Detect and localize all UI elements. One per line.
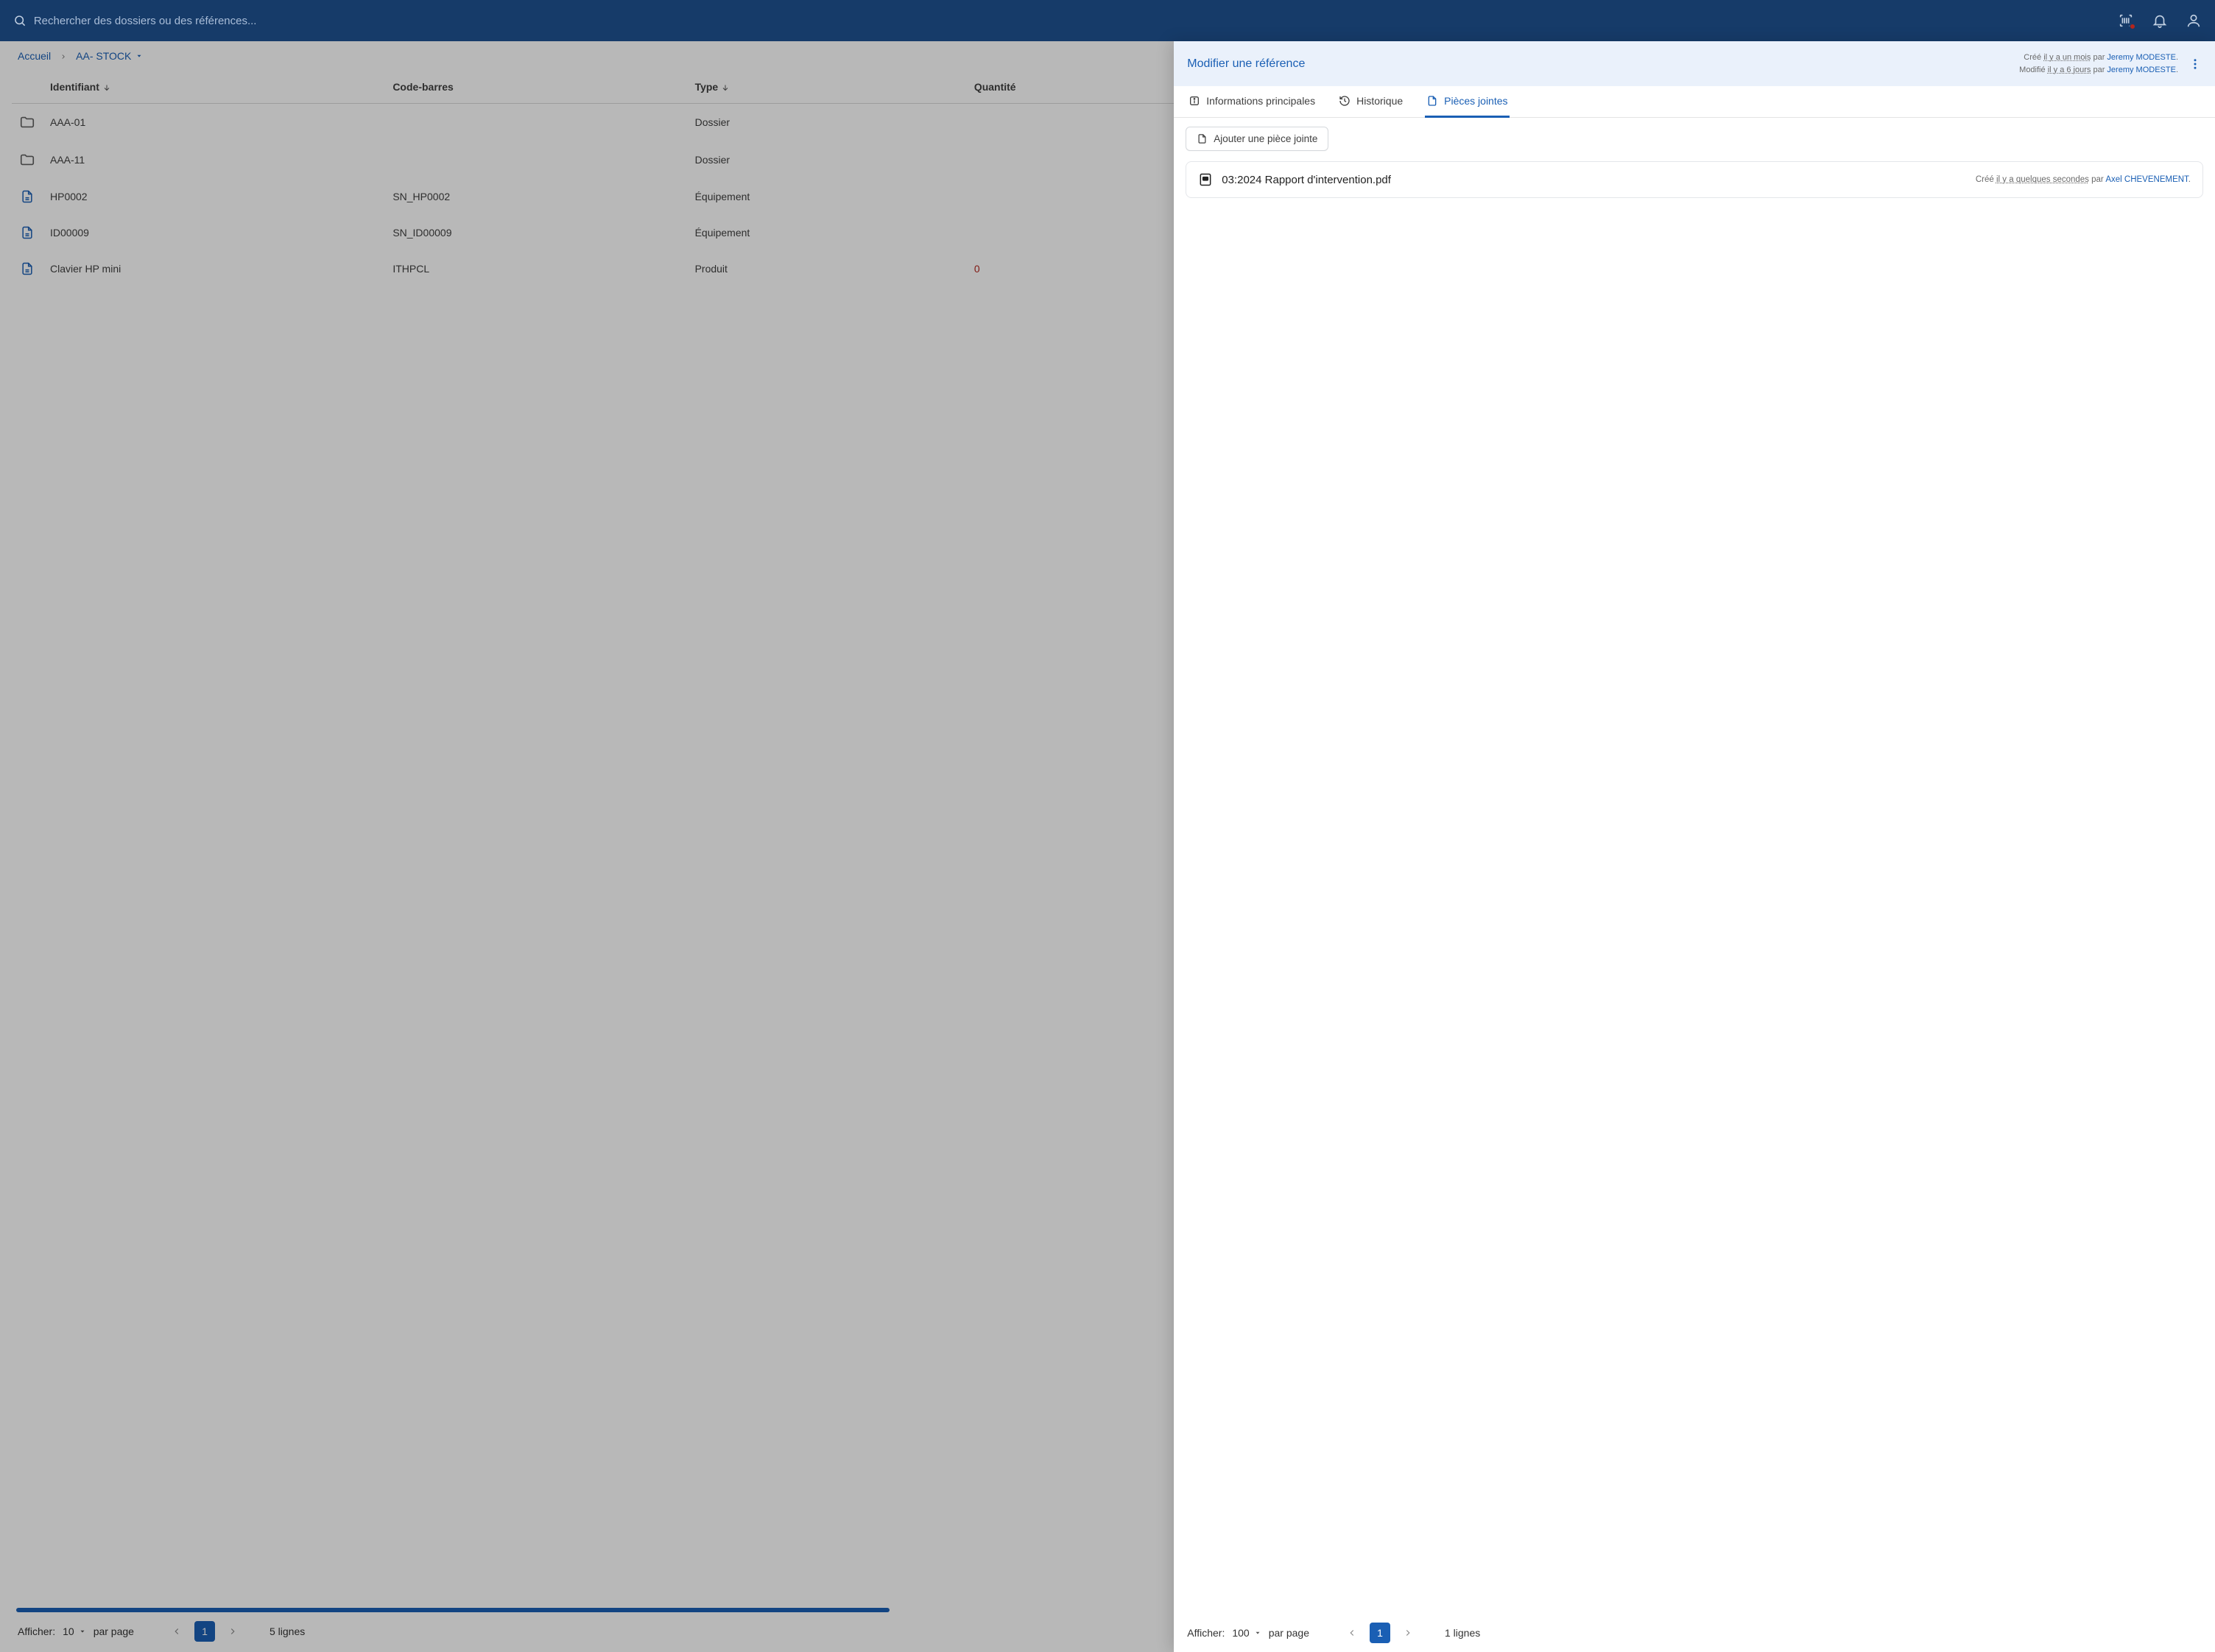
breadcrumb-current-label: AA- STOCK [76, 50, 131, 62]
prev-page-button[interactable] [166, 1621, 187, 1642]
topbar [0, 0, 2215, 41]
afficher-label: Afficher: [18, 1625, 55, 1637]
side-drawer: Modifier une référence Créé il y a un mo… [1174, 41, 2215, 1652]
pagination-right: Afficher: 100 par page 1 1 lignes [1174, 1613, 2215, 1652]
caret-down-icon [1254, 1629, 1261, 1637]
drawer-body: Ajouter une pièce jointe 03:2024 Rapport… [1174, 118, 2215, 1613]
cell-id: AAA-01 [43, 104, 385, 141]
current-page[interactable]: 1 [194, 1621, 215, 1642]
afficher-label: Afficher: [1187, 1627, 1225, 1639]
prev-page-button[interactable] [1342, 1623, 1362, 1643]
cell-qte [967, 215, 1193, 251]
tab-attachments[interactable]: Pièces jointes [1425, 86, 1509, 118]
par-page-label: par page [94, 1625, 134, 1637]
per-page-select[interactable]: 100 [1232, 1627, 1261, 1639]
barcode-badge-dot [2130, 24, 2135, 29]
col-quantite[interactable]: Quantité [967, 71, 1193, 104]
modified-by-link[interactable]: Jeremy MODESTE [2107, 66, 2176, 74]
cell-code [385, 141, 687, 179]
tab-history[interactable]: Historique [1337, 86, 1404, 118]
cell-qte [967, 104, 1193, 141]
current-page[interactable]: 1 [1370, 1623, 1390, 1643]
tab-attachments-label: Pièces jointes [1444, 95, 1507, 107]
drawer-tabs: Informations principales Historique Pièc… [1174, 86, 2215, 118]
attachment-row[interactable]: 03:2024 Rapport d'intervention.pdf Créé … [1186, 161, 2203, 198]
drawer-header: Modifier une référence Créé il y a un mo… [1174, 41, 2215, 86]
per-page-select[interactable]: 10 [63, 1625, 86, 1637]
caret-down-icon [135, 52, 143, 60]
tab-info-label: Informations principales [1206, 95, 1315, 107]
cell-code: ITHPCL [385, 251, 687, 287]
cell-code: SN_ID00009 [385, 215, 687, 251]
sort-desc-icon [721, 81, 730, 93]
more-menu-button[interactable] [2188, 57, 2202, 70]
cell-type: Dossier [688, 104, 967, 141]
cell-code: SN_HP0002 [385, 179, 687, 215]
add-attachment-label: Ajouter une pièce jointe [1214, 133, 1317, 144]
breadcrumb-home[interactable]: Accueil [18, 50, 51, 62]
drawer-meta: Créé il y a un mois par Jeremy MODESTE. … [2019, 52, 2178, 76]
per-page-value: 10 [63, 1625, 74, 1637]
global-search[interactable] [13, 14, 2107, 27]
cell-qte [967, 141, 1193, 179]
folder-icon [12, 104, 43, 141]
folder-icon [12, 141, 43, 179]
profile-icon[interactable] [2186, 13, 2202, 29]
cell-id: Clavier HP mini [43, 251, 385, 287]
attachment-meta: Créé il y a quelques secondes par Axel C… [1976, 175, 2191, 184]
drawer-title: Modifier une référence [1187, 57, 1305, 71]
caret-down-icon [79, 1628, 86, 1635]
barcode-scan-icon[interactable] [2118, 13, 2134, 29]
history-icon [1339, 95, 1351, 107]
col-identifiant[interactable]: Identifiant [43, 71, 385, 104]
cell-type: Équipement [688, 179, 967, 215]
tab-info[interactable]: Informations principales [1187, 86, 1317, 118]
next-page-button[interactable] [1398, 1623, 1418, 1643]
breadcrumb-current[interactable]: AA- STOCK [76, 50, 143, 62]
chevron-right-icon [60, 50, 67, 62]
cell-id: AAA-11 [43, 141, 385, 179]
lines-count: 1 lignes [1445, 1627, 1480, 1639]
file-icon [1197, 133, 1208, 144]
pdf-icon [1198, 172, 1213, 187]
col-type[interactable]: Type [688, 71, 967, 104]
per-page-value: 100 [1232, 1627, 1249, 1639]
file-icon [1426, 95, 1438, 107]
cell-qte [967, 179, 1193, 215]
cell-type: Produit [688, 251, 967, 287]
lines-count: 5 lignes [270, 1625, 305, 1637]
cell-id: HP0002 [43, 179, 385, 215]
attachment-by-link[interactable]: Axel CHEVENEMENT [2105, 175, 2188, 184]
pagination-left: Afficher: 10 par page 1 5 lignes [18, 1621, 305, 1642]
attachment-name: 03:2024 Rapport d'intervention.pdf [1222, 174, 1391, 186]
sort-desc-icon [102, 81, 111, 93]
info-icon [1189, 95, 1200, 107]
notifications-icon[interactable] [2152, 13, 2168, 29]
cell-code [385, 104, 687, 141]
par-page-label: par page [1269, 1627, 1309, 1639]
cell-type: Dossier [688, 141, 967, 179]
col-icon [12, 71, 43, 104]
cell-id: ID00009 [43, 215, 385, 251]
file-icon [12, 215, 43, 251]
search-input[interactable] [34, 15, 2107, 27]
tab-history-label: Historique [1356, 95, 1403, 107]
file-icon [12, 251, 43, 287]
cell-qte: 0 [967, 251, 1193, 287]
cell-type: Équipement [688, 215, 967, 251]
file-icon [12, 179, 43, 215]
next-page-button[interactable] [222, 1621, 243, 1642]
col-codebarres[interactable]: Code-barres [385, 71, 687, 104]
add-attachment-button[interactable]: Ajouter une pièce jointe [1186, 127, 1328, 151]
search-icon [13, 14, 27, 27]
created-by-link[interactable]: Jeremy MODESTE [2107, 53, 2176, 62]
